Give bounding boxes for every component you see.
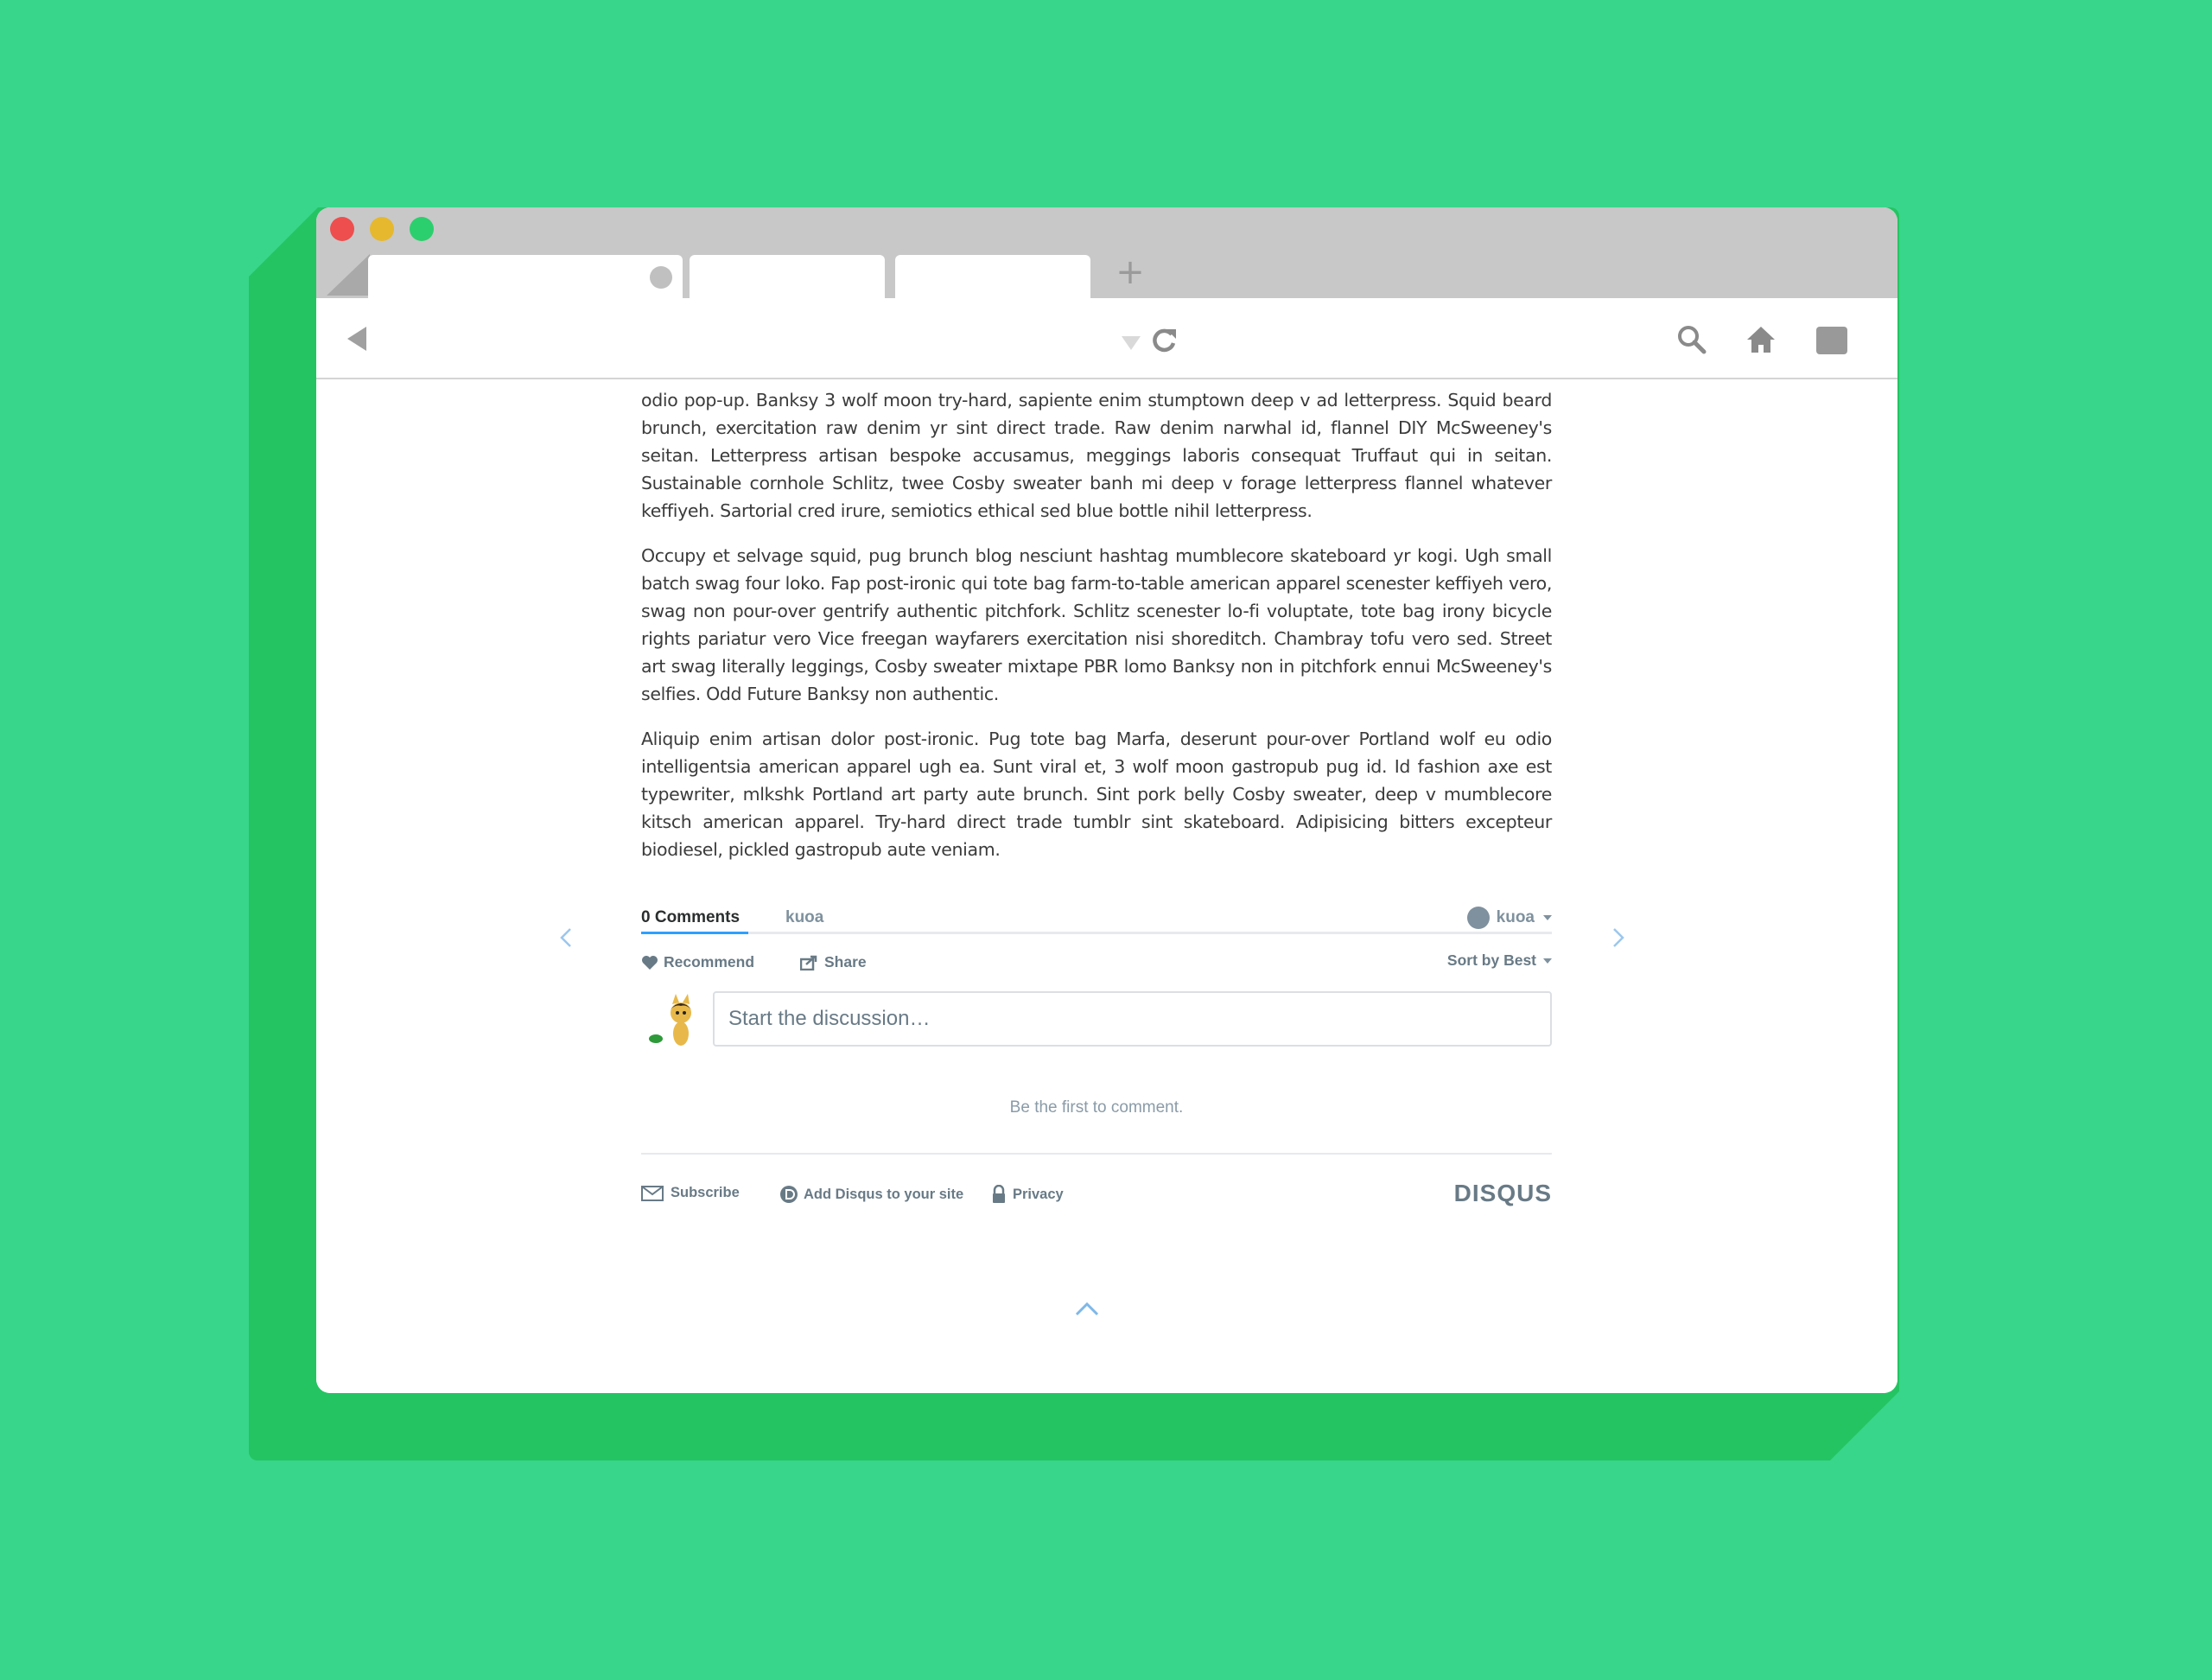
browser-tab[interactable] (690, 255, 885, 298)
browser-window: + odio pop-up. Banksy 3 wolf moon try-ha… (316, 207, 1897, 1393)
sort-dropdown[interactable]: Sort by Best (1447, 951, 1552, 970)
disqus-d-icon (780, 1186, 798, 1203)
close-window-button[interactable] (330, 217, 354, 241)
chevron-down-icon (1543, 915, 1552, 920)
recommend-label: Recommend (664, 953, 755, 970)
lock-icon (993, 1185, 1005, 1203)
add-disqus-label: Add Disqus to your site (804, 1186, 964, 1202)
article-body: odio pop-up. Banksy 3 wolf moon try-hard… (641, 386, 1552, 881)
article-paragraph: Aliquip enim artisan dolor post-ironic. … (641, 729, 1552, 860)
sort-label: Sort by Best (1446, 951, 1536, 969)
recommend-button[interactable]: Recommend (641, 953, 754, 971)
footer-divider (641, 1153, 1552, 1155)
minimize-window-button[interactable] (370, 217, 394, 241)
maximize-window-button[interactable] (410, 217, 434, 241)
article-paragraph: odio pop-up. Banksy 3 wolf moon try-hard… (641, 390, 1552, 521)
address-dropdown-icon[interactable] (1122, 336, 1141, 350)
tab-bar-corner (327, 254, 370, 296)
disqus-tabs: 0 Comments kuoa kuoa (641, 891, 1552, 934)
chevron-left-icon[interactable] (556, 927, 577, 948)
add-disqus-link[interactable]: Add Disqus to your site (779, 1185, 963, 1204)
comment-input[interactable]: Start the discussion… (713, 991, 1552, 1047)
privacy-label: Privacy (1013, 1186, 1064, 1202)
tab-comments[interactable]: 0 Comments (641, 908, 748, 934)
chevron-right-icon[interactable] (1607, 927, 1628, 948)
tab-bar: + (316, 207, 1897, 298)
disqus-logo[interactable]: DISQUS (1454, 1180, 1552, 1207)
browser-tab[interactable] (895, 255, 1090, 298)
chevron-up-icon[interactable] (1073, 1299, 1101, 1320)
mail-icon (641, 1185, 664, 1201)
home-icon[interactable] (1745, 324, 1777, 355)
share-button[interactable]: Share (800, 953, 867, 971)
empty-state-message: Be the first to comment. (1009, 1098, 1184, 1117)
article-paragraph: Occupy et selvage squid, pug brunch blog… (641, 545, 1552, 704)
heart-icon (642, 955, 658, 970)
back-icon[interactable] (347, 327, 366, 351)
tab-community[interactable]: kuoa (785, 908, 823, 927)
subscribe-link[interactable]: Subscribe (641, 1185, 740, 1201)
user-menu[interactable]: kuoa (1466, 907, 1552, 929)
search-icon[interactable] (1676, 324, 1707, 355)
share-icon (800, 955, 817, 970)
share-label: Share (824, 953, 867, 970)
subscribe-label: Subscribe (671, 1185, 740, 1200)
menu-icon[interactable] (1816, 327, 1847, 354)
disqus-footer: Subscribe Add Disqus to your site Privac… (641, 1180, 1552, 1211)
user-name: kuoa (1496, 908, 1535, 926)
new-tab-button[interactable]: + (1113, 255, 1147, 290)
tab-close-icon[interactable] (650, 266, 672, 289)
chevron-down-icon (1543, 958, 1552, 964)
disqus-thread: 0 Comments kuoa kuoa Recommend Share Sor… (641, 891, 1552, 1289)
reload-icon[interactable] (1149, 326, 1179, 355)
privacy-link[interactable]: Privacy (992, 1185, 1064, 1204)
browser-toolbar (316, 298, 1897, 379)
browser-tab-active[interactable] (368, 255, 683, 298)
avatar (649, 994, 691, 1046)
user-avatar-icon (1466, 907, 1490, 929)
thread-actions: Recommend Share Sort by Best (641, 948, 1552, 974)
page-content: odio pop-up. Banksy 3 wolf moon try-hard… (316, 381, 1897, 1393)
